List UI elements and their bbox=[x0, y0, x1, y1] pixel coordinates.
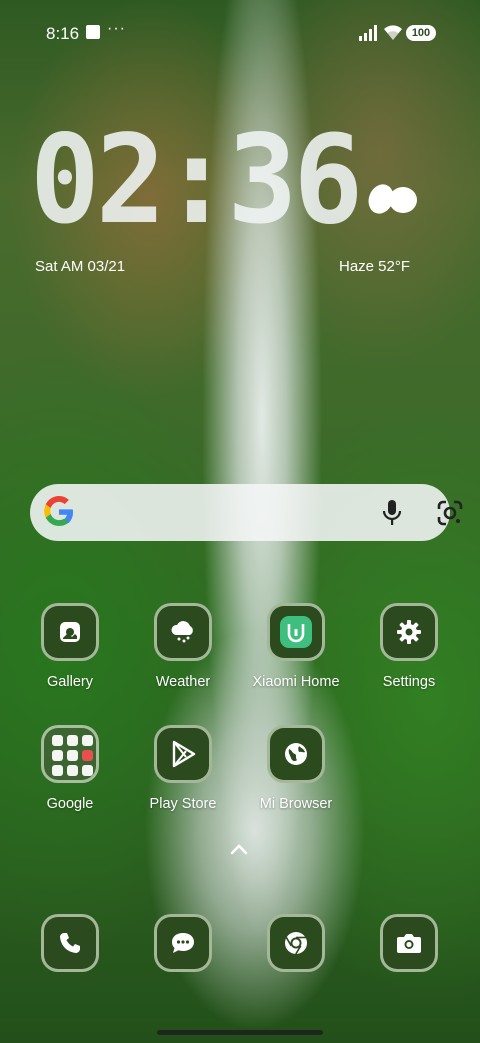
app-label-play-store: Play Store bbox=[149, 796, 217, 812]
home-indicator[interactable] bbox=[157, 1030, 323, 1035]
wifi-icon bbox=[384, 25, 402, 40]
app-label-settings: Settings bbox=[382, 674, 436, 690]
xiaomi-home-icon bbox=[280, 616, 312, 648]
app-label-weather: Weather bbox=[155, 674, 211, 690]
app-label-gallery: Gallery bbox=[47, 674, 93, 690]
google-search-bar[interactable] bbox=[30, 484, 463, 541]
app-mi-browser[interactable]: Mi Browser bbox=[236, 725, 356, 812]
chrome-icon bbox=[285, 932, 307, 955]
google-lens-icon[interactable] bbox=[436, 499, 464, 527]
signal-icon bbox=[359, 25, 377, 41]
weather-cloud-icon bbox=[171, 621, 193, 643]
play-store-icon bbox=[172, 740, 196, 768]
message-icon bbox=[172, 933, 194, 953]
status-time: 8:16 bbox=[46, 24, 80, 43]
status-overflow: ··· bbox=[107, 20, 126, 37]
dock-messages[interactable] bbox=[123, 914, 243, 972]
app-weather[interactable]: Weather bbox=[123, 603, 243, 690]
chevron-up-icon[interactable] bbox=[229, 842, 249, 856]
clock-date: Sat AM 03/21 bbox=[35, 258, 126, 275]
weather-text: Haze 52°F bbox=[339, 258, 411, 275]
clock-time: 02:36 bbox=[30, 109, 363, 252]
battery-icon: 100 bbox=[406, 25, 436, 41]
app-gallery[interactable]: Gallery bbox=[10, 603, 130, 690]
globe-icon bbox=[285, 743, 307, 765]
microphone-icon[interactable] bbox=[382, 499, 402, 527]
dock-chrome[interactable] bbox=[236, 914, 356, 972]
gallery-icon bbox=[60, 622, 80, 642]
dock-camera[interactable] bbox=[349, 914, 469, 972]
google-logo bbox=[44, 496, 73, 526]
app-label-xiaomi-home: Xiaomi Home bbox=[252, 674, 340, 690]
phone-icon bbox=[60, 933, 80, 953]
dock-phone[interactable] bbox=[10, 914, 130, 972]
notification-square-icon bbox=[86, 25, 100, 39]
app-label-mi-browser: Mi Browser bbox=[259, 796, 333, 812]
folder-icon bbox=[41, 725, 99, 783]
camera-icon bbox=[397, 934, 421, 953]
gear-icon bbox=[397, 620, 421, 644]
folder-google[interactable]: Google bbox=[10, 725, 130, 812]
app-label-google: Google bbox=[46, 796, 94, 812]
haze-cloud-icon[interactable] bbox=[366, 180, 420, 216]
status-bar: 8:16 ··· 100 bbox=[0, 0, 480, 64]
app-play-store[interactable]: Play Store bbox=[123, 725, 243, 812]
app-settings[interactable]: Settings bbox=[349, 603, 469, 690]
app-xiaomi-home[interactable]: Xiaomi Home bbox=[236, 603, 356, 690]
clock-widget[interactable]: 02:36 bbox=[30, 114, 363, 246]
